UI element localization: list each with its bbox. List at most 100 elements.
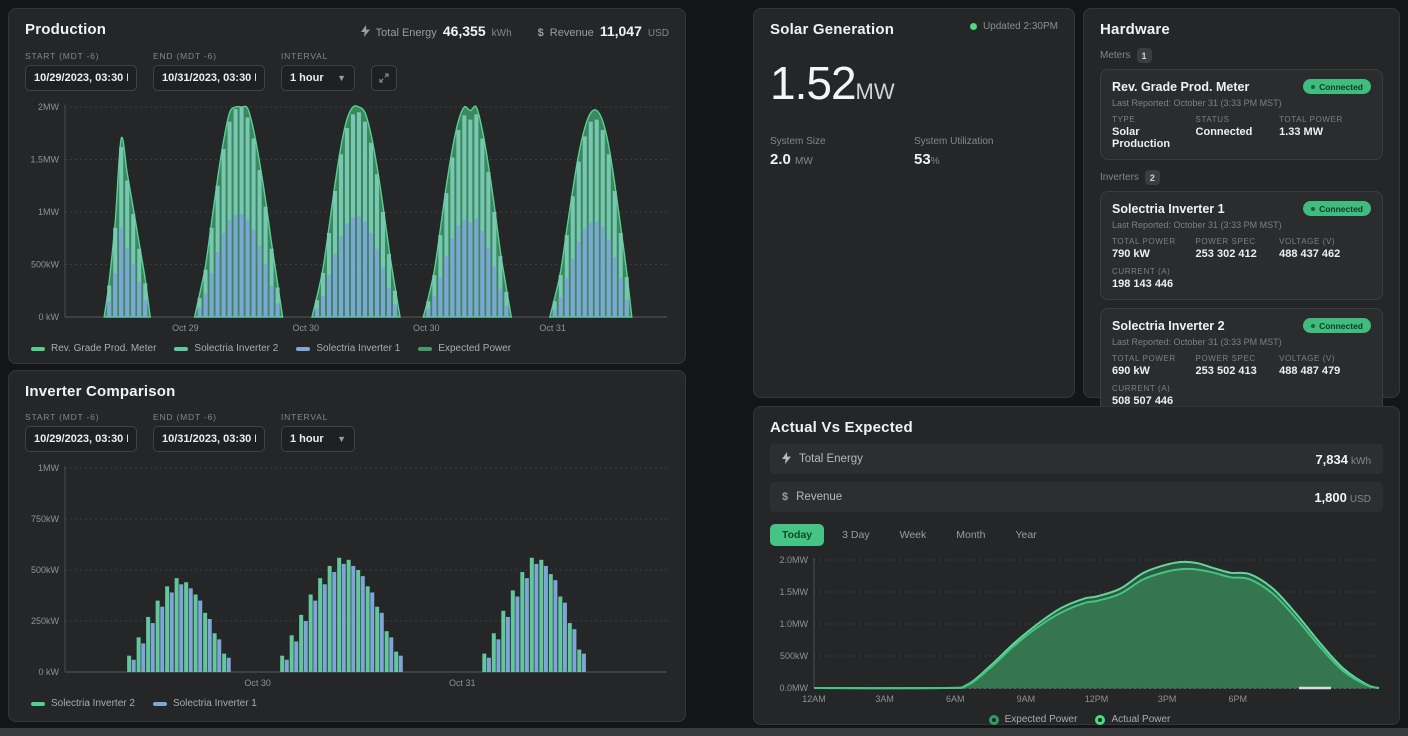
legend-item-solectria-inverter-2[interactable]: Solectria Inverter 2 — [174, 343, 278, 354]
inverter-name: Solectria Inverter 1 — [1112, 202, 1225, 216]
badge-label: Connected — [1319, 321, 1363, 331]
interval-value: 1 hour — [290, 72, 324, 84]
field-value: 1.33 MW — [1279, 126, 1371, 138]
meter-field-total-power: TOTAL POWER 1.33 MW — [1279, 115, 1371, 150]
field-label: CURRENT (A) — [1112, 384, 1196, 393]
dollar-icon: $ — [782, 491, 788, 503]
connected-badge: Connected — [1303, 79, 1371, 94]
legend-item-solectria-inverter-2[interactable]: Solectria Inverter 2 — [31, 698, 135, 709]
solar-generation-title: Solar Generation — [770, 21, 894, 38]
legend-item-solectria-inverter-1[interactable]: Solectria Inverter 1 — [153, 698, 257, 709]
inverter-comparison-chart[interactable]: 1MW750kW500kW250kW0 kWOct 30Oct 31 — [25, 460, 671, 694]
svg-text:500kW: 500kW — [31, 260, 60, 270]
meters-section-header: Meters 1 — [1100, 48, 1383, 63]
start-date-field: START (MDT -6) — [25, 51, 137, 91]
field-label: TYPE — [1112, 115, 1196, 124]
inverter-name: Solectria Inverter 2 — [1112, 319, 1225, 333]
tab-3-day[interactable]: 3 Day — [830, 524, 881, 546]
legend-label: Rev. Grade Prod. Meter — [51, 343, 156, 354]
field-value: Connected — [1196, 126, 1280, 138]
interval-select[interactable]: 1 hour ▼ — [281, 426, 355, 452]
field-value: 690 kW — [1112, 365, 1196, 377]
legend-marker-icon — [296, 347, 310, 351]
bottom-bar — [0, 728, 1408, 736]
solar-header: Solar Generation Updated 2:30PM — [770, 21, 1058, 38]
svg-text:2MW: 2MW — [38, 102, 60, 112]
inverter-field-current: CURRENT (A) 508 507 446 — [1112, 384, 1196, 407]
inverters-section-header: Inverters 2 — [1100, 170, 1383, 185]
bolt-icon — [361, 25, 370, 40]
inverter-controls: START (MDT -6) END (MDT -6) INTERVAL 1 h… — [25, 412, 669, 452]
meter-name: Rev. Grade Prod. Meter — [1112, 80, 1249, 94]
stat-value: 46,355 — [443, 23, 486, 39]
legend-item-solectria-inverter-1[interactable]: Solectria Inverter 1 — [296, 343, 400, 354]
system-size-stat: System Size 2.0 MW — [770, 136, 914, 168]
start-date-input[interactable] — [25, 65, 137, 91]
inverter-field-voltage: VOLTAGE (V) 488 437 462 — [1279, 237, 1371, 260]
actual-vs-expected-legend: Expected Power Actual Power — [770, 714, 1383, 725]
end-date-input[interactable] — [153, 426, 265, 452]
svg-text:1.5MW: 1.5MW — [30, 155, 59, 165]
system-utilization-label: System Utilization — [914, 136, 1058, 147]
legend-item-actual-power[interactable]: Actual Power — [1095, 714, 1170, 725]
start-date-input[interactable] — [25, 426, 137, 452]
row-value: 7,834 — [1315, 452, 1348, 467]
svg-text:Oct 30: Oct 30 — [413, 323, 440, 333]
field-label: POWER SPEC — [1196, 354, 1280, 363]
field-label: TOTAL POWER — [1112, 237, 1196, 246]
solar-generation-panel: Solar Generation Updated 2:30PM 1.52MW S… — [753, 8, 1075, 398]
tab-today[interactable]: Today — [770, 524, 824, 546]
tab-month[interactable]: Month — [944, 524, 997, 546]
meter-field-type: TYPE Solar Production — [1112, 115, 1196, 150]
svg-text:6AM: 6AM — [946, 694, 965, 704]
field-value: 790 kW — [1112, 248, 1196, 260]
field-label: TOTAL POWER — [1279, 115, 1371, 124]
solar-stats: System Size 2.0 MW System Utilization 53… — [770, 136, 1058, 168]
field-label: VOLTAGE (V) — [1279, 354, 1371, 363]
production-chart[interactable]: 2MW1.5MW1MW500kW0 kWOct 29Oct 30Oct 30Oc… — [25, 99, 671, 339]
field-label: VOLTAGE (V) — [1279, 237, 1371, 246]
meters-count-badge: 1 — [1137, 48, 1152, 63]
legend-item-expected-power[interactable]: Expected Power — [418, 343, 511, 354]
hardware-panel: Hardware Meters 1 Rev. Grade Prod. Meter… — [1083, 8, 1400, 398]
svg-text:750kW: 750kW — [31, 514, 60, 524]
inverter-card-2: Solectria Inverter 2 Connected Last Repo… — [1100, 308, 1383, 417]
svg-text:2.0MW: 2.0MW — [779, 555, 808, 565]
svg-text:1MW: 1MW — [38, 207, 60, 217]
field-label: STATUS — [1196, 115, 1280, 124]
svg-text:1.5MW: 1.5MW — [779, 587, 808, 597]
production-panel: Production Total Energy 46,355 kWh $ Rev… — [8, 8, 686, 364]
production-controls: START (MDT -6) END (MDT -6) INTERVAL 1 h… — [25, 51, 669, 91]
interval-label: INTERVAL — [281, 51, 355, 61]
legend-item-expected-power[interactable]: Expected Power — [989, 714, 1078, 725]
production-title: Production — [25, 21, 106, 38]
inverter-field-current: CURRENT (A) 198 143 446 — [1112, 267, 1196, 290]
expand-chart-button[interactable] — [371, 65, 397, 91]
legend-marker-icon — [31, 347, 45, 351]
legend-label: Expected Power — [438, 343, 511, 354]
current-generation-value: 1.52MW — [770, 56, 1058, 110]
status-dot-icon — [970, 23, 977, 30]
tab-year[interactable]: Year — [1003, 524, 1048, 546]
meter-field-status: STATUS Connected — [1196, 115, 1280, 150]
badge-label: Connected — [1319, 204, 1363, 214]
start-date-label: START (MDT -6) — [25, 412, 137, 422]
end-date-input[interactable] — [153, 65, 265, 91]
row-unit: kWh — [1351, 456, 1371, 467]
time-range-tabs: Today 3 Day WeekMonth Year — [770, 524, 1383, 546]
legend-item-rev-grade-prod-meter[interactable]: Rev. Grade Prod. Meter — [31, 343, 156, 354]
svg-text:Oct 30: Oct 30 — [293, 323, 320, 333]
actual-vs-expected-chart[interactable]: 2.0MW1.5MW1.0MW500kW0.0MW12AM3AM6AM9AM12… — [770, 554, 1385, 710]
tab-week[interactable]: Week — [888, 524, 939, 546]
interval-select[interactable]: 1 hour ▼ — [281, 65, 355, 91]
svg-text:0.0MW: 0.0MW — [779, 683, 808, 693]
field-label: CURRENT (A) — [1112, 267, 1196, 276]
svg-text:9AM: 9AM — [1017, 694, 1036, 704]
system-utilization-value: 53 — [914, 151, 931, 168]
inverter-field-total-power: TOTAL POWER 790 kW — [1112, 237, 1196, 260]
bolt-icon — [782, 452, 791, 467]
updated-text: Updated 2:30PM — [983, 21, 1058, 32]
connected-badge: Connected — [1303, 318, 1371, 333]
badge-dot-icon — [1311, 207, 1315, 211]
field-value: 488 487 479 — [1279, 365, 1371, 377]
